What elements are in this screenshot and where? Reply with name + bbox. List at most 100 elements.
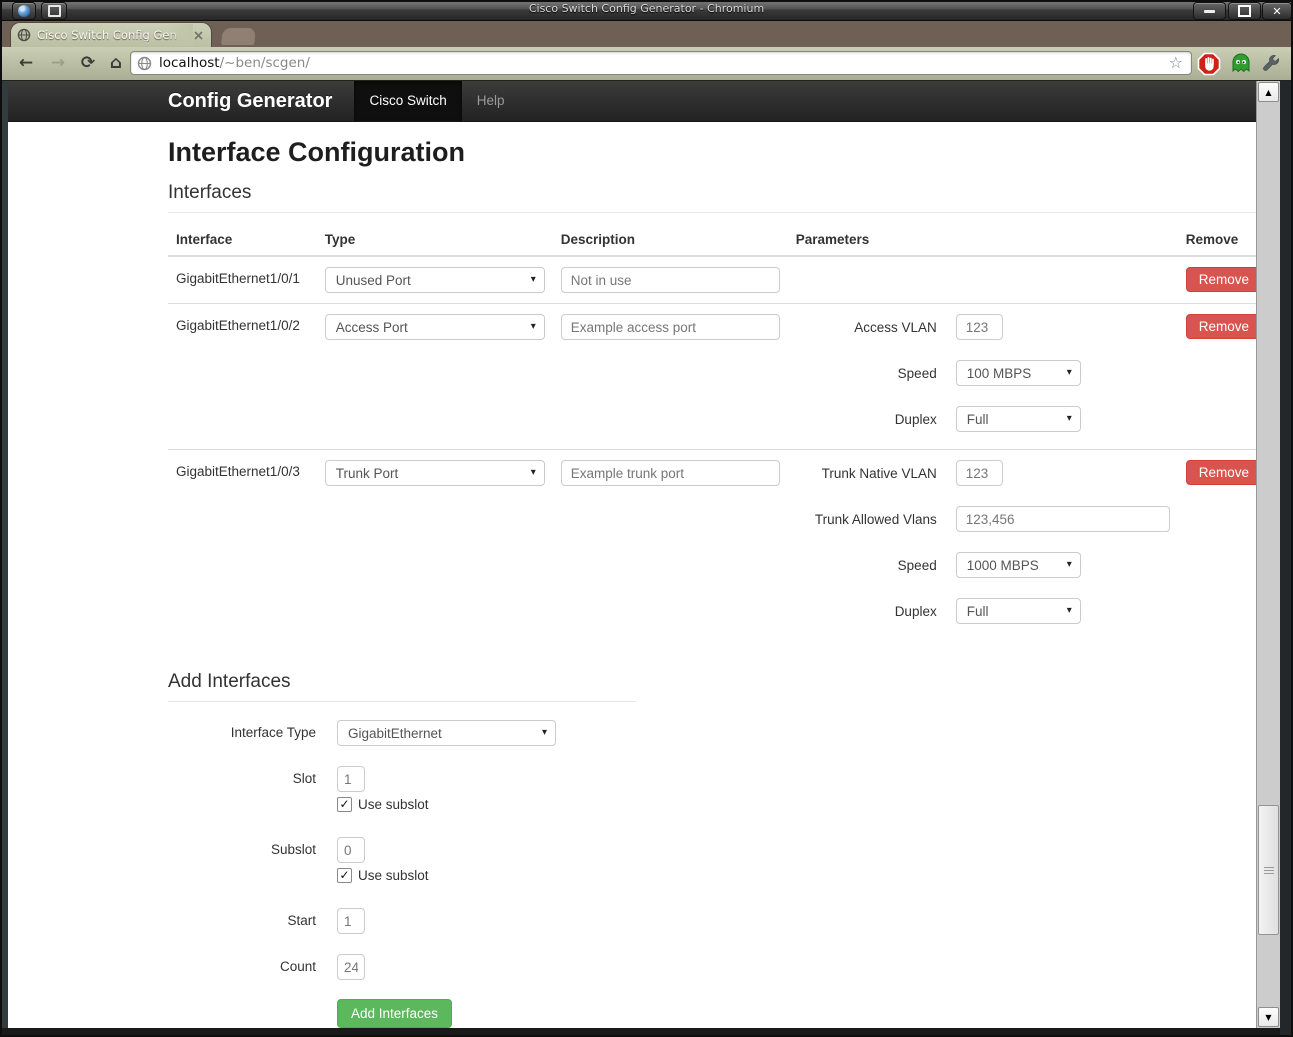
- slot-label: Slot: [168, 766, 316, 812]
- navbar-brand[interactable]: Config Generator: [168, 81, 332, 121]
- col-header-parameters: Parameters: [788, 224, 1178, 256]
- interface-name: GigabitEthernet1/0/1: [176, 267, 300, 286]
- tab-title-fade: [167, 24, 193, 46]
- speed-select-value: 100 MBPS: [967, 366, 1032, 381]
- browser-tab[interactable]: Cisco Switch Config Gen: [10, 22, 212, 47]
- type-select[interactable]: Trunk Port ▾: [325, 460, 545, 486]
- chevron-down-icon: ▾: [1067, 413, 1072, 424]
- param-label: Duplex: [796, 412, 937, 427]
- scroll-up-button[interactable]: ▲: [1258, 82, 1279, 102]
- window-title: Cisco Switch Config Generator - Chromium: [0, 2, 1293, 15]
- window-frame-right: [1280, 81, 1293, 1037]
- scrollbar-thumb[interactable]: [1258, 805, 1279, 935]
- scroll-down-button[interactable]: ▼: [1258, 1007, 1279, 1027]
- col-header-type: Type: [317, 224, 553, 256]
- browser-toolbar: ← → ⟳ ⌂ localhost/~ben/scgen/ ☆: [2, 47, 1291, 81]
- chevron-down-icon: ▾: [1067, 367, 1072, 378]
- type-select-value: Trunk Port: [336, 466, 399, 481]
- green-extension-button[interactable]: [1228, 51, 1254, 77]
- slot-input[interactable]: [337, 766, 365, 792]
- duplex-select[interactable]: Full ▾: [956, 598, 1081, 624]
- adblock-hand-icon: [1197, 52, 1221, 76]
- settings-button[interactable]: [1258, 51, 1282, 77]
- remove-button[interactable]: Remove: [1186, 314, 1256, 339]
- description-input[interactable]: [561, 314, 780, 340]
- green-ghost-icon: [1230, 52, 1252, 76]
- page-scrollbar[interactable]: ▲ ▼: [1256, 81, 1280, 1028]
- interface-name: GigabitEthernet1/0/3: [176, 460, 300, 479]
- start-input[interactable]: [337, 908, 365, 934]
- nav-item-help[interactable]: Help: [462, 81, 520, 121]
- speed-select-value: 1000 MBPS: [967, 558, 1039, 573]
- speed-select[interactable]: 1000 MBPS ▾: [956, 552, 1081, 578]
- scroll-up-icon: ▲: [1265, 88, 1271, 97]
- window-frame-bottom: [0, 1028, 1293, 1037]
- chromium-icon: [18, 5, 30, 17]
- use-subslot-checkbox[interactable]: ✓: [337, 797, 352, 812]
- url-path: /~ben/scgen/: [220, 55, 310, 71]
- remove-button[interactable]: Remove: [1186, 267, 1256, 292]
- close-button[interactable]: ✕: [1262, 2, 1292, 20]
- checkmark-icon: ✓: [339, 798, 349, 810]
- type-select[interactable]: Unused Port ▾: [325, 267, 545, 293]
- param-label: Trunk Allowed Vlans: [796, 512, 937, 527]
- table-row: GigabitEthernet1/0/3 Trunk Port ▾ Trunk …: [168, 450, 1256, 642]
- adblock-extension-button[interactable]: [1196, 51, 1222, 77]
- interface-type-label: Interface Type: [168, 720, 316, 746]
- chevron-down-icon: ▾: [531, 321, 536, 332]
- site-navbar: Config Generator Cisco Switch Help: [8, 81, 1256, 122]
- nav-item-cisco-switch[interactable]: Cisco Switch: [354, 81, 461, 121]
- duplex-select[interactable]: Full ▾: [956, 406, 1081, 432]
- globe-icon: [137, 56, 152, 71]
- chevron-down-icon: ▾: [542, 727, 547, 738]
- trunk-native-vlan-input[interactable]: [956, 460, 1003, 486]
- interface-type-select[interactable]: GigabitEthernet ▾: [337, 720, 556, 746]
- chevron-down-icon: ▾: [531, 274, 536, 285]
- window-menu-button[interactable]: [12, 2, 36, 20]
- description-input[interactable]: [561, 267, 780, 293]
- count-input[interactable]: [337, 954, 365, 980]
- chevron-down-icon: ▾: [1067, 605, 1072, 616]
- bookmark-star-icon[interactable]: ☆: [1169, 55, 1183, 71]
- type-select-value: Access Port: [336, 320, 408, 335]
- back-button[interactable]: ←: [12, 50, 40, 76]
- close-icon: [194, 31, 203, 40]
- add-interfaces-form: Interface Type GigabitEthernet ▾ Slot ✓ …: [168, 720, 1256, 1028]
- param-label: Trunk Native VLAN: [796, 466, 937, 481]
- home-icon: ⌂: [110, 53, 122, 73]
- param-label: Speed: [796, 558, 937, 573]
- new-tab-button[interactable]: [221, 28, 256, 45]
- tab-close-button[interactable]: [191, 28, 205, 42]
- use-subslot-checkbox[interactable]: ✓: [337, 868, 352, 883]
- maximize-button[interactable]: [1228, 2, 1261, 20]
- home-button[interactable]: ⌂: [102, 50, 130, 76]
- forward-button[interactable]: →: [44, 50, 72, 76]
- web-content: Config Generator Cisco Switch Help Inter…: [8, 81, 1256, 1028]
- subslot-label: Subslot: [168, 837, 316, 883]
- maximize-icon: [1238, 5, 1251, 17]
- col-header-description: Description: [553, 224, 788, 256]
- address-bar[interactable]: localhost/~ben/scgen/ ☆: [130, 51, 1192, 75]
- table-row: GigabitEthernet1/0/2 Access Port ▾ Acces…: [168, 304, 1256, 450]
- remove-button[interactable]: Remove: [1186, 460, 1256, 485]
- type-select[interactable]: Access Port ▾: [325, 314, 545, 340]
- description-input[interactable]: [561, 460, 780, 486]
- access-vlan-input[interactable]: [956, 314, 1003, 340]
- window-titlebar[interactable]: Cisco Switch Config Generator - Chromium…: [0, 0, 1293, 21]
- add-interfaces-heading: Add Interfaces: [168, 671, 1256, 693]
- subslot-input[interactable]: [337, 837, 365, 863]
- window-shade-button[interactable]: [41, 2, 67, 20]
- table-row: GigabitEthernet1/0/1 Unused Port ▾ Remov…: [168, 256, 1256, 304]
- page-title: Interface Configuration: [168, 137, 1256, 168]
- divider: [168, 701, 636, 702]
- minimize-button[interactable]: [1193, 2, 1226, 20]
- chevron-down-icon: ▾: [531, 467, 536, 478]
- wrench-icon: [1259, 53, 1281, 75]
- add-interfaces-button[interactable]: Add Interfaces: [337, 999, 452, 1028]
- start-label: Start: [168, 908, 316, 934]
- reload-button[interactable]: ⟳: [74, 50, 102, 76]
- scroll-down-icon: ▼: [1265, 1013, 1271, 1022]
- trunk-allowed-vlans-input[interactable]: [956, 506, 1170, 532]
- checkmark-icon: ✓: [339, 869, 349, 881]
- speed-select[interactable]: 100 MBPS ▾: [956, 360, 1081, 386]
